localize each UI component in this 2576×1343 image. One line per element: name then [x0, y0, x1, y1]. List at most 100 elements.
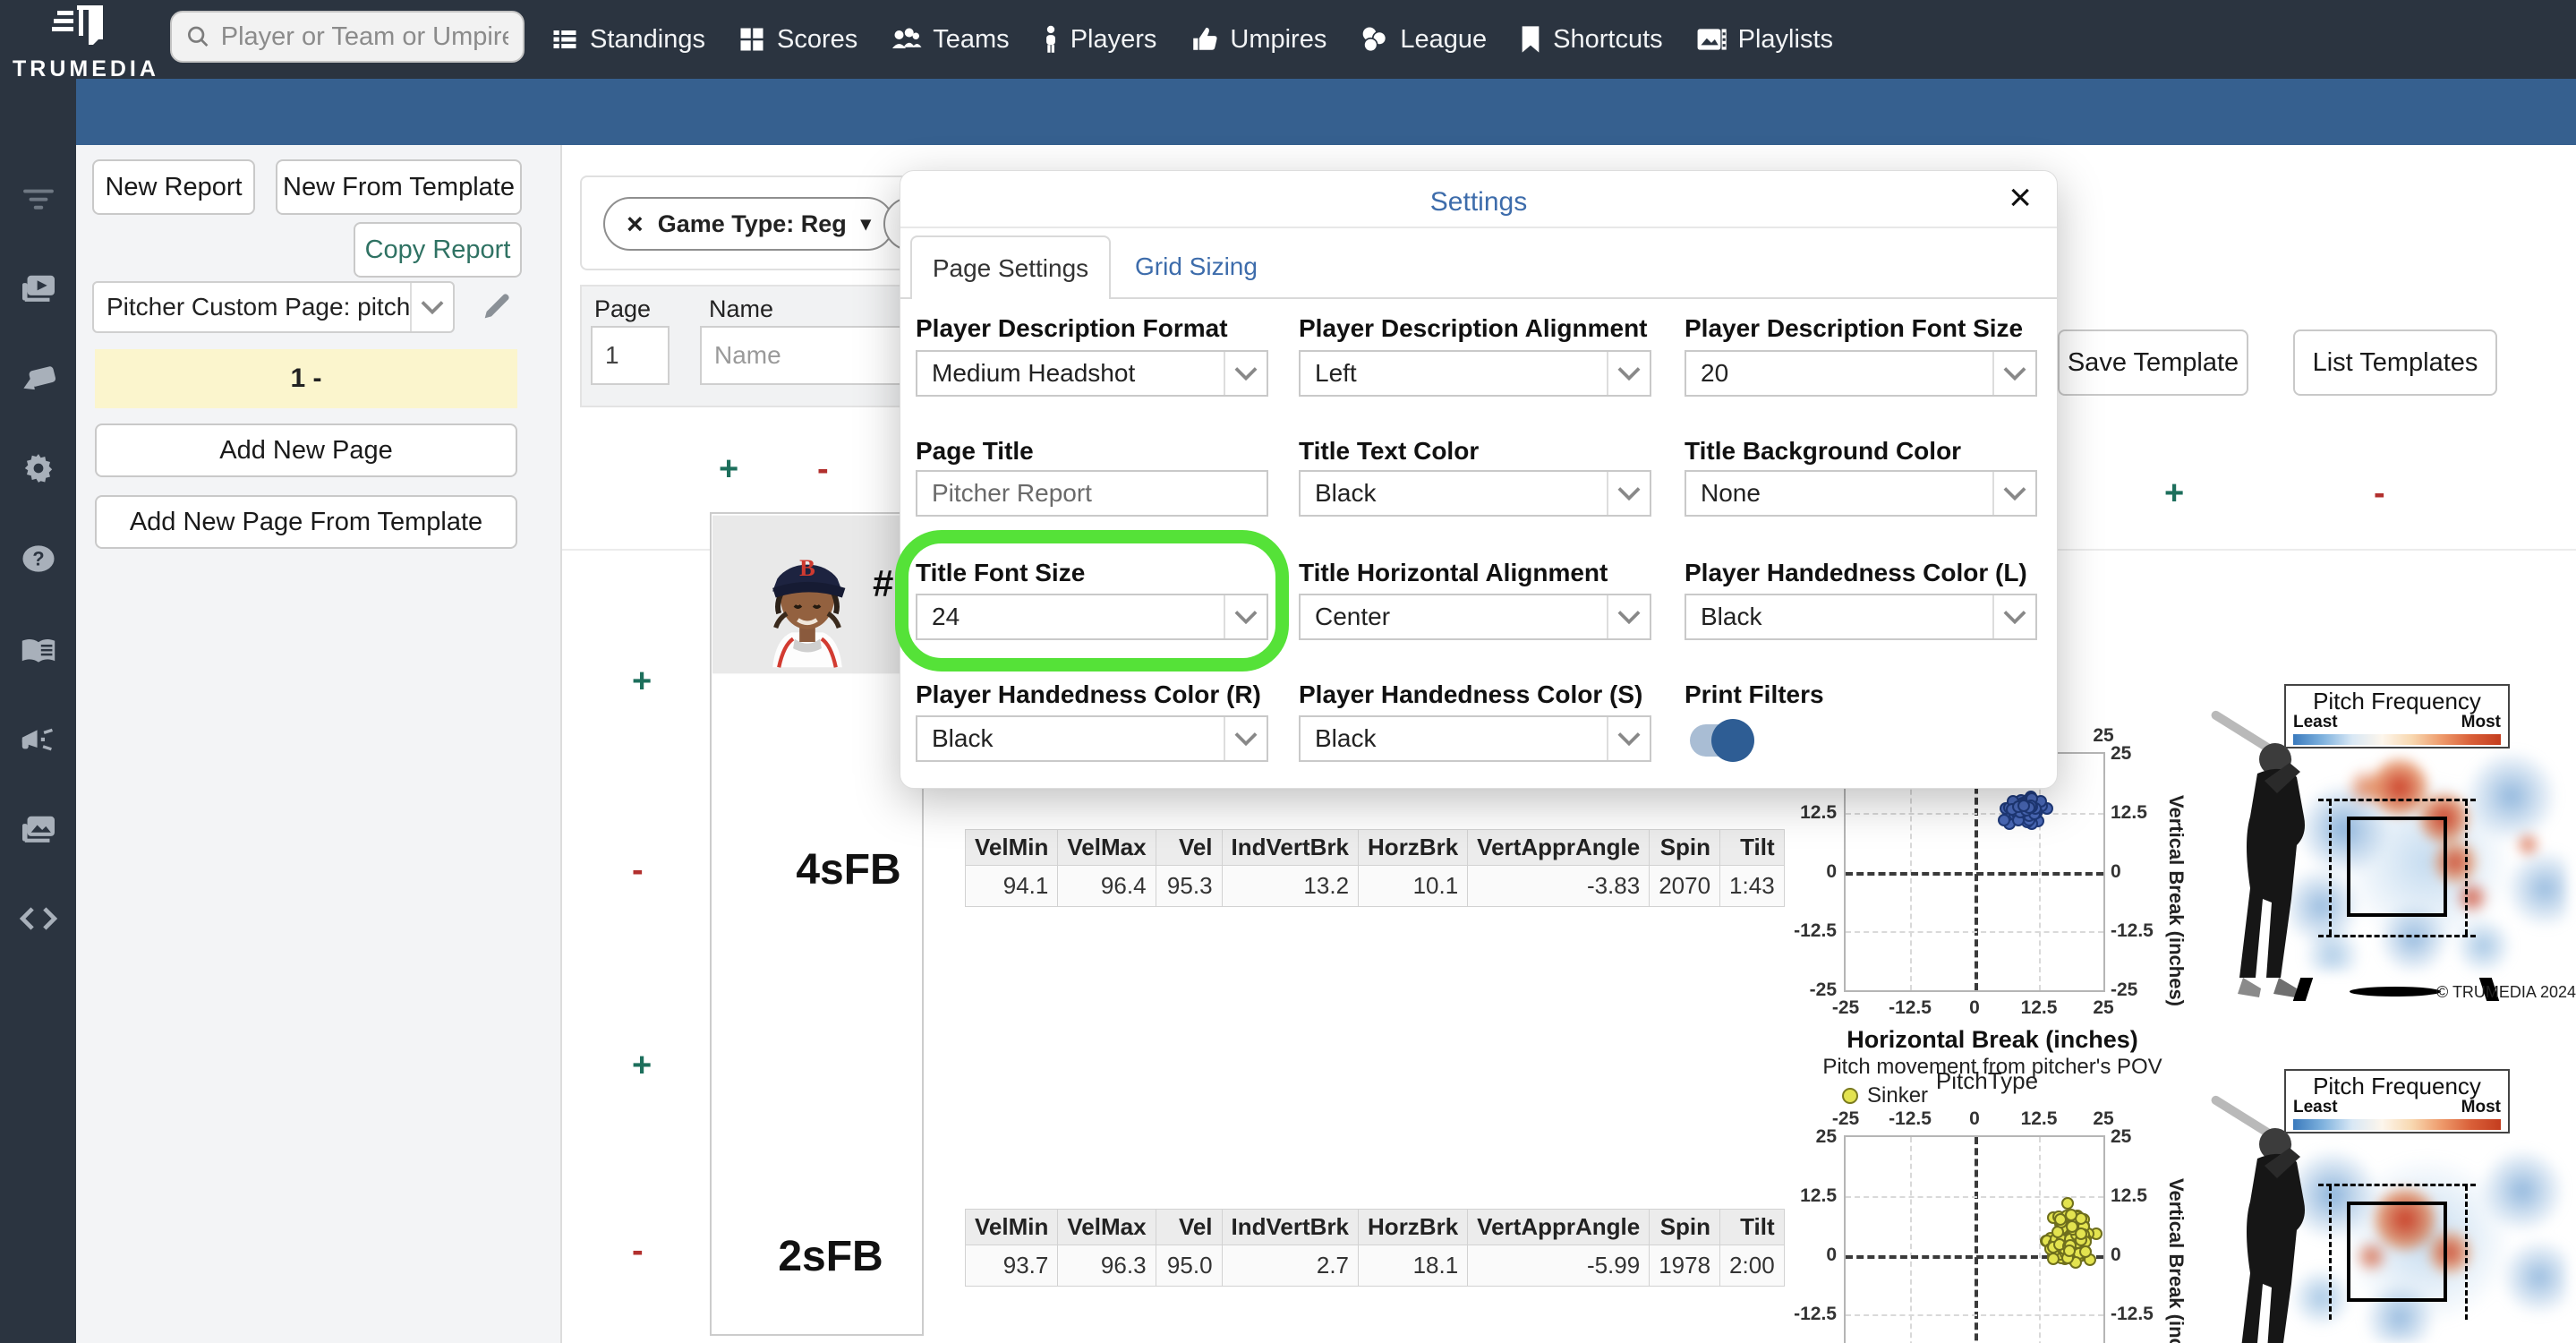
book-icon[interactable]	[0, 626, 76, 676]
remove-row-button[interactable]: -	[632, 853, 644, 887]
y-tick-label: 25	[1815, 1126, 1837, 1147]
select-value: Black	[1701, 603, 1762, 630]
player-description-alignment-select[interactable]: Left	[1299, 350, 1651, 397]
nav-item-standings[interactable]: Standings	[550, 25, 705, 55]
new-from-template-button[interactable]: New From Template	[276, 159, 522, 215]
page-row-badge[interactable]: 1 -	[95, 349, 517, 408]
add-row-button[interactable]: +	[632, 664, 652, 698]
print-filters-toggle[interactable]	[1690, 719, 1754, 762]
title-background-color-select[interactable]: None	[1685, 470, 2037, 517]
trumedia-logo[interactable]: TRUMEDIA	[13, 4, 156, 82]
title-text-color-select[interactable]: Black	[1299, 470, 1651, 517]
select-value: Black	[1315, 479, 1377, 507]
help-icon[interactable]: ?	[0, 534, 76, 584]
add-column-button[interactable]: +	[2164, 476, 2184, 510]
chevron-down-icon	[1992, 472, 2035, 515]
filter-icon[interactable]	[0, 174, 76, 224]
nav-item-umpires[interactable]: Umpires	[1189, 25, 1326, 55]
y-tick-label: 0	[1826, 861, 1837, 882]
nav-items: Standings Scores Teams Players Umpires L…	[550, 0, 1833, 79]
filter-chip-game-type[interactable]: × Game Type: Reg ▾	[603, 197, 894, 251]
svg-text:B: B	[799, 554, 815, 581]
gear-icon[interactable]	[0, 443, 76, 493]
settings-modal: Settings × Page Settings Grid Sizing Pla…	[900, 170, 2058, 789]
list-templates-button[interactable]: List Templates	[2293, 329, 2497, 396]
y-tick-label-right: 0	[2111, 861, 2121, 882]
copy-report-label: Copy Report	[364, 235, 511, 264]
video-playlist-icon[interactable]	[0, 264, 76, 314]
tab-label: Page Settings	[932, 253, 1089, 282]
new-from-template-label: New From Template	[283, 172, 515, 201]
bookmark-icon	[1522, 26, 1540, 53]
copy-report-button[interactable]: Copy Report	[354, 222, 522, 278]
code-icon[interactable]	[0, 894, 76, 944]
player-handedness-color-r-select[interactable]: Black	[916, 715, 1268, 762]
save-template-button[interactable]: Save Template	[2058, 329, 2248, 396]
nav-item-scores[interactable]: Scores	[738, 25, 857, 55]
player-handedness-color-s-select[interactable]: Black	[1299, 715, 1651, 762]
tab-grid-sizing[interactable]: Grid Sizing	[1135, 235, 1258, 297]
report-select[interactable]: Pitcher Custom Page: pitching -...	[92, 281, 455, 333]
add-new-page-button[interactable]: Add New Page	[95, 423, 517, 477]
select-value: None	[1701, 479, 1761, 507]
nav-label: Playlists	[1737, 24, 1833, 54]
col-header: HorzBrk	[1358, 1209, 1469, 1245]
gridline	[1910, 1137, 1912, 1343]
page-number-input[interactable]: 1	[591, 326, 670, 385]
add-new-page-from-template-button[interactable]: Add New Page From Template	[95, 495, 517, 549]
title-font-size-select[interactable]: 24	[916, 594, 1268, 640]
col-header: VelMax	[1057, 1209, 1156, 1245]
page-row-label: 1 -	[290, 364, 322, 393]
col-header: Tilt	[1719, 1209, 1785, 1245]
select-value: 20	[1701, 359, 1729, 387]
nav-label: Teams	[933, 24, 1010, 54]
x-tick-label-top: -12.5	[1889, 1108, 1932, 1129]
home-plate	[2350, 987, 2441, 997]
x-tick-label-top: 12.5	[2020, 1108, 2058, 1129]
nav-item-league[interactable]: League	[1359, 25, 1487, 55]
add-row-button[interactable]: +	[632, 1048, 652, 1082]
remove-row-button[interactable]: -	[632, 1234, 644, 1268]
megaphone-icon[interactable]	[0, 716, 76, 766]
player-description-cell[interactable]: B	[710, 512, 924, 1336]
page-title-value: Pitcher Report	[932, 479, 1092, 507]
title-horizontal-alignment-select[interactable]: Center	[1299, 594, 1651, 640]
nav-item-teams[interactable]: Teams	[890, 24, 1010, 55]
tab-label: Grid Sizing	[1135, 252, 1258, 280]
nav-item-players[interactable]: Players	[1042, 24, 1157, 55]
remove-column-button[interactable]: -	[817, 452, 829, 486]
field-label: Player Description Alignment	[1299, 314, 1648, 342]
field-label: Page Title	[916, 437, 1034, 465]
chip-close-icon[interactable]: ×	[627, 208, 644, 241]
tab-page-settings[interactable]: Page Settings	[910, 235, 1111, 299]
table-row: 93.7 96.3 95.0 2.7 18.1 -5.99 1978 2:00	[964, 1245, 1785, 1287]
report-name-placeholder: Name	[714, 341, 781, 369]
edit-report-pencil-icon[interactable]	[479, 288, 515, 329]
chevron-down-icon	[1607, 472, 1650, 515]
nav-label: Standings	[590, 24, 705, 54]
zone-dash-top	[2318, 799, 2476, 801]
player-description-font-size-select[interactable]: 20	[1685, 350, 2037, 397]
pitch-frequency-heatmap: Pitch Frequency Least Most	[2211, 1069, 2576, 1343]
nav-label: Players	[1070, 24, 1157, 54]
pitch-frequency-heatmap: Pitch Frequency Least Most © TRUMEDIA 20…	[2211, 684, 2576, 1008]
search-input[interactable]	[220, 21, 508, 52]
images-icon[interactable]	[0, 805, 76, 855]
new-report-button[interactable]: New Report	[92, 159, 255, 215]
nav-item-shortcuts[interactable]: Shortcuts	[1519, 25, 1663, 55]
stat-cell: 18.1	[1358, 1245, 1469, 1287]
global-search[interactable]	[170, 11, 525, 63]
heatmap-title: Pitch Frequency	[2313, 688, 2481, 714]
strike-zone-box	[2347, 817, 2447, 917]
player-description-format-select[interactable]: Medium Headshot	[916, 350, 1268, 397]
report-header-band	[76, 79, 2576, 145]
close-icon[interactable]: ×	[2009, 178, 2032, 218]
cards-icon[interactable]	[0, 355, 76, 405]
zero-line-vertical	[1975, 1137, 1978, 1343]
player-handedness-color-l-select[interactable]: Black	[1685, 594, 2037, 640]
page-title-input[interactable]: Pitcher Report	[916, 470, 1268, 517]
add-column-button[interactable]: +	[719, 452, 738, 486]
remove-column-button[interactable]: -	[2374, 476, 2385, 510]
nav-item-playlists[interactable]: Playlists	[1695, 25, 1833, 55]
chevron-down-icon	[1607, 595, 1650, 638]
